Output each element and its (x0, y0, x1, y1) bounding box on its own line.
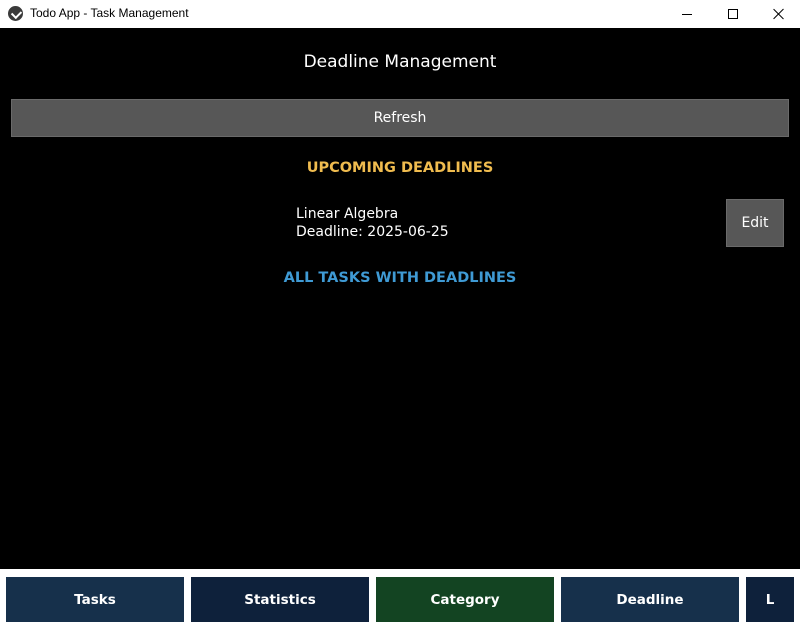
nav-statistics-button[interactable]: Statistics (191, 577, 369, 622)
title-bar: Todo App - Task Management (0, 0, 802, 28)
main-content: Deadline Management Refresh UPCOMING DEA… (0, 28, 800, 569)
close-icon (773, 8, 785, 20)
app-icon (8, 6, 23, 21)
maximize-button[interactable] (710, 0, 756, 28)
task-deadline: Deadline: 2025-06-25 (296, 224, 449, 240)
upcoming-deadlines-heading: UPCOMING DEADLINES (306, 160, 494, 176)
task-title: Linear Algebra (296, 206, 399, 222)
nav-overflow-button[interactable]: L (746, 577, 794, 622)
page-title: Deadline Management (303, 52, 497, 72)
edit-task-button[interactable]: Edit (726, 199, 784, 247)
all-tasks-heading: ALL TASKS WITH DEADLINES (283, 270, 517, 286)
nav-tasks-button[interactable]: Tasks (6, 577, 184, 622)
bottom-nav: Tasks Statistics Category Deadline L (0, 569, 800, 629)
refresh-button[interactable]: Refresh (11, 99, 789, 137)
minimize-icon (682, 13, 692, 15)
nav-category-button[interactable]: Category (376, 577, 554, 622)
nav-deadline-button[interactable]: Deadline (561, 577, 739, 622)
maximize-icon (728, 9, 738, 19)
close-button[interactable] (756, 0, 802, 28)
minimize-button[interactable] (664, 0, 710, 28)
window-title: Todo App - Task Management (30, 6, 189, 20)
